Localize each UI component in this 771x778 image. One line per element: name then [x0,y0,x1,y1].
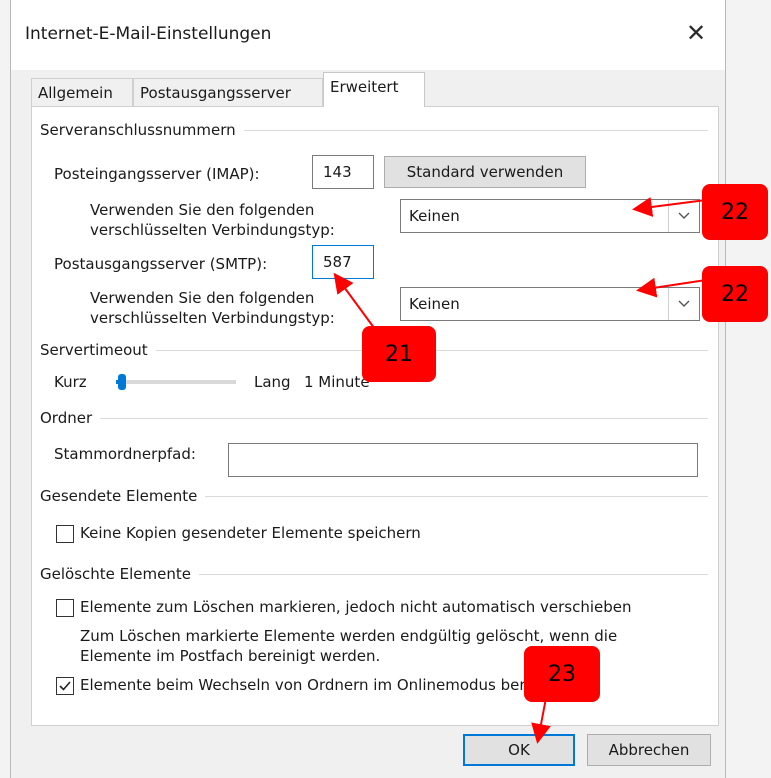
annotation-badge-23: 23 [524,646,600,702]
incoming-encryption-value: Keinen [409,207,460,225]
incoming-encryption-select[interactable]: Keinen [400,199,700,233]
deletion-note-line2: Elemente im Postfach bereinigt werden. [80,647,381,665]
no-sent-copies-checkbox[interactable] [56,525,74,543]
email-settings-dialog: Internet-E-Mail-Einstellungen ✕ Allgemei… [10,0,726,778]
incoming-encryption-label-line2: verschlüsselten Verbindungstyp: [90,221,335,239]
advanced-panel: Serveranschlussnummern Posteingangsserve… [31,106,719,726]
divider [198,573,708,575]
dialog-title: Internet-E-Mail-Einstellungen [25,24,272,44]
root-folder-input[interactable] [228,443,698,477]
timeout-slider-track[interactable] [116,380,236,384]
mark-for-deletion-checkbox[interactable] [56,599,74,617]
root-folder-label: Stammordnerpfad: [54,445,196,463]
chevron-down-icon [668,288,699,320]
folders-heading: Ordner [40,409,93,427]
tab-erweitert[interactable]: Erweitert [323,72,425,107]
incoming-port-label: Posteingangsserver (IMAP): [54,165,260,183]
deleted-items-heading: Gelöschte Elemente [40,565,191,583]
no-sent-copies-label: Keine Kopien gesendeter Elemente speiche… [80,524,421,542]
divider [205,495,708,497]
tab-postausgangsserver[interactable]: Postausgangsserver [133,78,323,106]
server-ports-group: Serveranschlussnummern [40,121,708,139]
outgoing-port-input[interactable]: 587 [312,245,374,279]
close-icon[interactable]: ✕ [681,18,711,48]
ok-button[interactable]: OK [463,734,575,766]
incoming-port-input[interactable]: 143 [312,155,374,189]
mark-for-deletion-label: Elemente zum Löschen markieren, jedoch n… [80,598,632,616]
outgoing-encryption-value: Keinen [409,295,460,313]
sent-items-group: Gesendete Elemente [40,487,708,505]
purge-on-switch-checkbox[interactable] [56,677,74,695]
outgoing-encryption-label-line2: verschlüsselten Verbindungstyp: [90,309,335,327]
outgoing-encryption-select[interactable]: Keinen [400,287,700,321]
timeout-slider-thumb[interactable] [118,374,126,390]
deleted-items-group: Gelöschte Elemente [40,565,708,583]
title-bar: Internet-E-Mail-Einstellungen ✕ [11,0,725,70]
annotation-badge-22-incoming: 22 [702,184,768,240]
outgoing-port-label: Postausgangsserver (SMTP): [54,255,268,273]
folders-group: Ordner [40,409,708,427]
use-default-button[interactable]: Standard verwenden [384,156,586,188]
divider [243,129,708,131]
sent-items-heading: Gesendete Elemente [40,487,198,505]
server-ports-heading: Serveranschlussnummern [40,121,236,139]
timeout-heading: Servertimeout [40,341,148,359]
tab-allgemein[interactable]: Allgemein [31,78,133,106]
annotation-badge-21: 21 [362,326,436,382]
chevron-down-icon [668,200,699,232]
divider [100,417,708,419]
incoming-encryption-label-line1: Verwenden Sie den folgenden [90,201,315,219]
timeout-value: 1 Minute [304,373,370,391]
outgoing-encryption-label-line1: Verwenden Sie den folgenden [90,289,315,307]
purge-on-switch-label: Elemente beim Wechseln von Ordnern im On… [80,676,581,694]
annotation-badge-22-outgoing: 22 [702,266,768,322]
timeout-short-label: Kurz [54,373,87,391]
deletion-note-line1: Zum Löschen markierte Elemente werden en… [80,627,618,645]
cancel-button[interactable]: Abbrechen [587,734,711,766]
timeout-long-label: Lang [254,373,291,391]
